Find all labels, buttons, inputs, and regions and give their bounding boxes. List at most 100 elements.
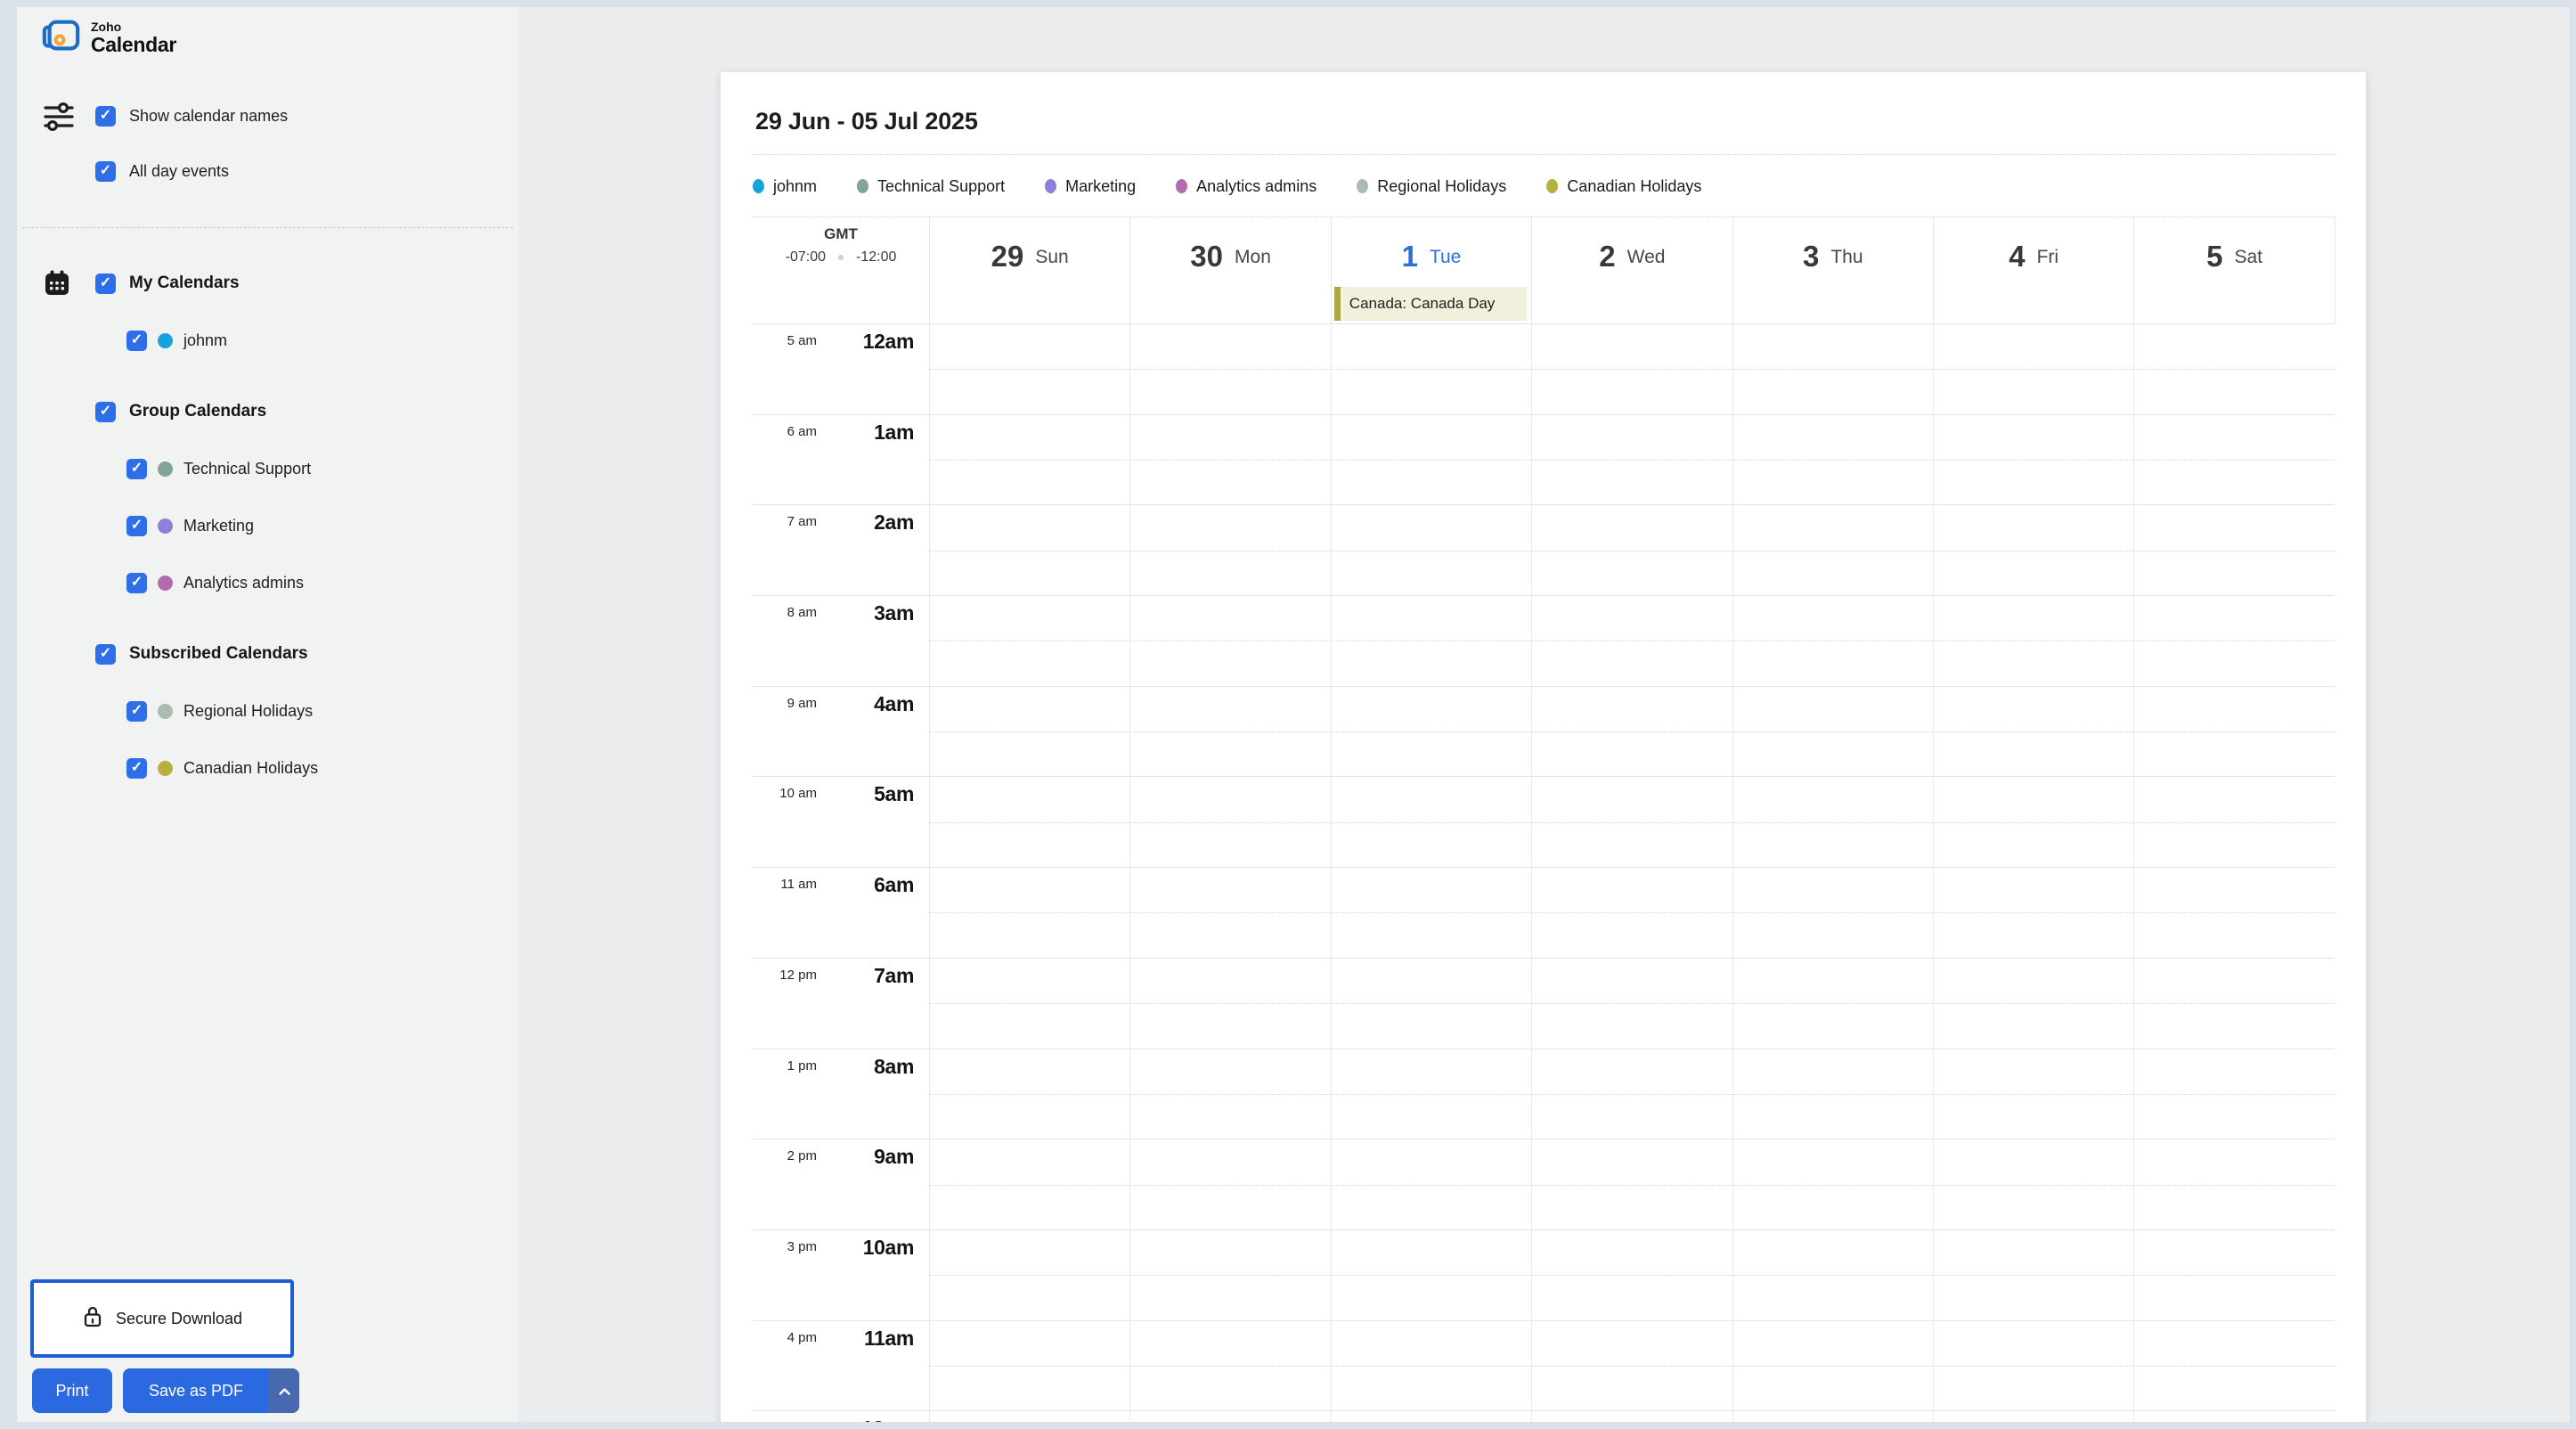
checkbox-my-calendars[interactable]: ✓ (95, 273, 116, 294)
calendar-color-dot-regional-holidays (158, 703, 173, 719)
secure-download-label: Secure Download (115, 1309, 243, 1327)
time-gutter-4-pm: 4 pm 11am (753, 1321, 929, 1411)
legend-dot-regional-holidays (1357, 179, 1369, 193)
checkbox-show-calendar-names[interactable]: ✓ (95, 105, 116, 127)
calendar-label-canadian-holidays: Canadian Holidays (183, 758, 319, 777)
calendar-label-analytics-admins: Analytics admins (183, 573, 305, 592)
checkbox-analytics-admins[interactable]: ✓ (126, 572, 147, 593)
day-number-sun: 29 (990, 240, 1024, 273)
sidebar-divider (22, 227, 513, 228)
logo-text: Zoho Calendar (91, 20, 176, 55)
checkbox-group-calendars[interactable]: ✓ (95, 401, 116, 422)
event-label: Canada: Canada Day (1349, 295, 1496, 312)
day-header-thu: 3 Thu (1732, 216, 1933, 323)
hour-row-3-pm: 3 pm 10am (753, 1229, 2335, 1320)
legend-item-marketing: Marketing (1045, 177, 1136, 196)
grid-cell-sun-5-pm (929, 1411, 1129, 1422)
time-gutter-9-am: 9 am 4am (753, 687, 929, 777)
sidebar-content: ✓ Show calendar names ✓ All day events ✓ My … (17, 88, 518, 796)
option-label-all-day-events: All day events (129, 161, 230, 180)
calendar-color-dot-analytics-admins (158, 575, 173, 591)
day-header-fri: 4 Fri (1932, 216, 2133, 323)
legend-item-johnm: johnm (753, 177, 817, 196)
option-row-all-day-events: ✓ All day events (17, 143, 518, 199)
hour-row-8-am: 8 am 3am (753, 595, 2335, 686)
checkbox-marketing[interactable]: ✓ (126, 515, 147, 536)
checkbox-technical-support[interactable]: ✓ (126, 458, 147, 479)
timezone-offsets: -07:00 -12:00 (753, 249, 929, 265)
day-header-sun: 29 Sun (929, 216, 1129, 323)
dot-separator-icon (838, 255, 844, 260)
hour-row-9-am: 9 am 4am (753, 685, 2335, 777)
hour-row-5-am: 5 am 12am (753, 323, 2335, 414)
sidebar-calendar-technical-support: ✓ Technical Support (17, 440, 518, 497)
half-hour-line (929, 1275, 2335, 1277)
time-gutter-7-am: 7 am 2am (753, 505, 929, 595)
calendar-label-regional-holidays: Regional Holidays (183, 701, 314, 720)
legend-dot-marketing (1045, 179, 1057, 193)
legend-label-marketing: Marketing (1065, 176, 1137, 195)
day-name-sat: Sat (2234, 247, 2262, 267)
option-row-show-calendar-names: ✓ Show calendar names (17, 88, 518, 143)
calendar-group-label-subscribed-calendars: Subscribed Calendars (129, 644, 308, 663)
sidebar-calendar-regional-holidays: ✓ Regional Holidays (17, 682, 518, 739)
secure-download-button[interactable]: Secure Download (30, 1279, 294, 1358)
day-number-wed: 2 (1599, 240, 1616, 273)
legend-label-analytics-admins: Analytics admins (1196, 176, 1317, 195)
half-hour-line (929, 369, 2335, 371)
save-as-pdf-label[interactable]: Save as PDF (123, 1368, 269, 1413)
sidebar-calendar-groups: ✓ My Calendars ✓ johnm ✓ Group Calendars ✓ Tech… (17, 255, 518, 796)
grid-cell-thu-5-pm (1732, 1411, 1933, 1422)
legend-label-technical-support: Technical Support (877, 176, 1006, 195)
sidebar-options: ✓ Show calendar names ✓ All day events (17, 88, 518, 199)
sidebar-calendar-canadian-holidays: ✓ Canadian Holidays (17, 739, 518, 796)
day-name-tue: Tue (1429, 247, 1462, 267)
hour-row-11-am: 11 am 6am (753, 867, 2335, 958)
day-name-wed: Wed (1626, 247, 1666, 267)
print-button[interactable]: Print (32, 1368, 112, 1413)
time-gutter-12-pm: 12 pm 7am (753, 959, 929, 1049)
timezone-offset-primary: -07:00 (785, 249, 826, 265)
calendar-logo-icon (41, 16, 82, 60)
checkbox-subscribed-calendars[interactable]: ✓ (95, 643, 116, 665)
save-as-pdf-caret[interactable] (269, 1368, 299, 1413)
hour-row-5-pm: 5 pm12pm (753, 1410, 2335, 1422)
calendar-group-subscribed-calendars: ✓ Subscribed Calendars (17, 625, 518, 682)
calendar-label-marketing: Marketing (183, 516, 255, 535)
day-name-thu: Thu (1830, 247, 1863, 267)
day-header-wed: 2 Wed (1531, 216, 1732, 323)
time-label-secondary-12pm: 12pm (753, 1417, 915, 1422)
calendar-group-label-group-calendars: Group Calendars (129, 402, 267, 421)
half-hour-line (929, 1003, 2335, 1005)
time-label-secondary-8am: 8am (874, 1054, 914, 1078)
time-gutter-5-am: 5 am 12am (753, 324, 929, 414)
sidebar-calendar-marketing: ✓ Marketing (17, 497, 518, 554)
hour-row-1-pm: 1 pm 8am (753, 1048, 2335, 1139)
legend-label-regional-holidays: Regional Holidays (1377, 176, 1507, 195)
checkbox-regional-holidays[interactable]: ✓ (126, 700, 147, 722)
preview-area: 29 Jun - 05 Jul 2025 johnm Technical Supp… (518, 7, 2570, 1422)
day-number-mon: 30 (1190, 240, 1224, 273)
chevron-up-icon (278, 1382, 291, 1400)
calendar-label-johnm: johnm (183, 331, 228, 349)
half-hour-line (929, 1365, 2335, 1367)
legend-label-johnm: johnm (773, 176, 818, 195)
legend-item-regional-holidays: Regional Holidays (1357, 177, 1506, 196)
timezone-header: GMT -07:00 -12:00 (753, 216, 929, 323)
day-name-sun: Sun (1035, 247, 1069, 267)
save-as-pdf-button[interactable]: Save as PDF (123, 1368, 299, 1413)
calendar-color-dot-johnm (158, 332, 173, 348)
time-label-secondary-3am: 3am (874, 601, 914, 625)
calendar-group-label-my-calendars: My Calendars (129, 274, 240, 292)
date-range-title: 29 Jun - 05 Jul 2025 (755, 108, 978, 135)
checkbox-johnm[interactable]: ✓ (126, 330, 147, 351)
grid-cell-fri-5-pm (1932, 1411, 2133, 1422)
day-number-thu: 3 (1802, 240, 1820, 273)
day-header-sat: 5 Sat (2133, 216, 2334, 323)
checkbox-canadian-holidays[interactable]: ✓ (126, 757, 147, 779)
hour-row-2-pm: 2 pm 9am (753, 1139, 2335, 1229)
time-gutter-8-am: 8 am 3am (753, 596, 929, 686)
checkbox-all-day-events[interactable]: ✓ (95, 160, 116, 182)
timezone-name: GMT (824, 225, 858, 242)
time-label-secondary-7am: 7am (874, 963, 914, 987)
